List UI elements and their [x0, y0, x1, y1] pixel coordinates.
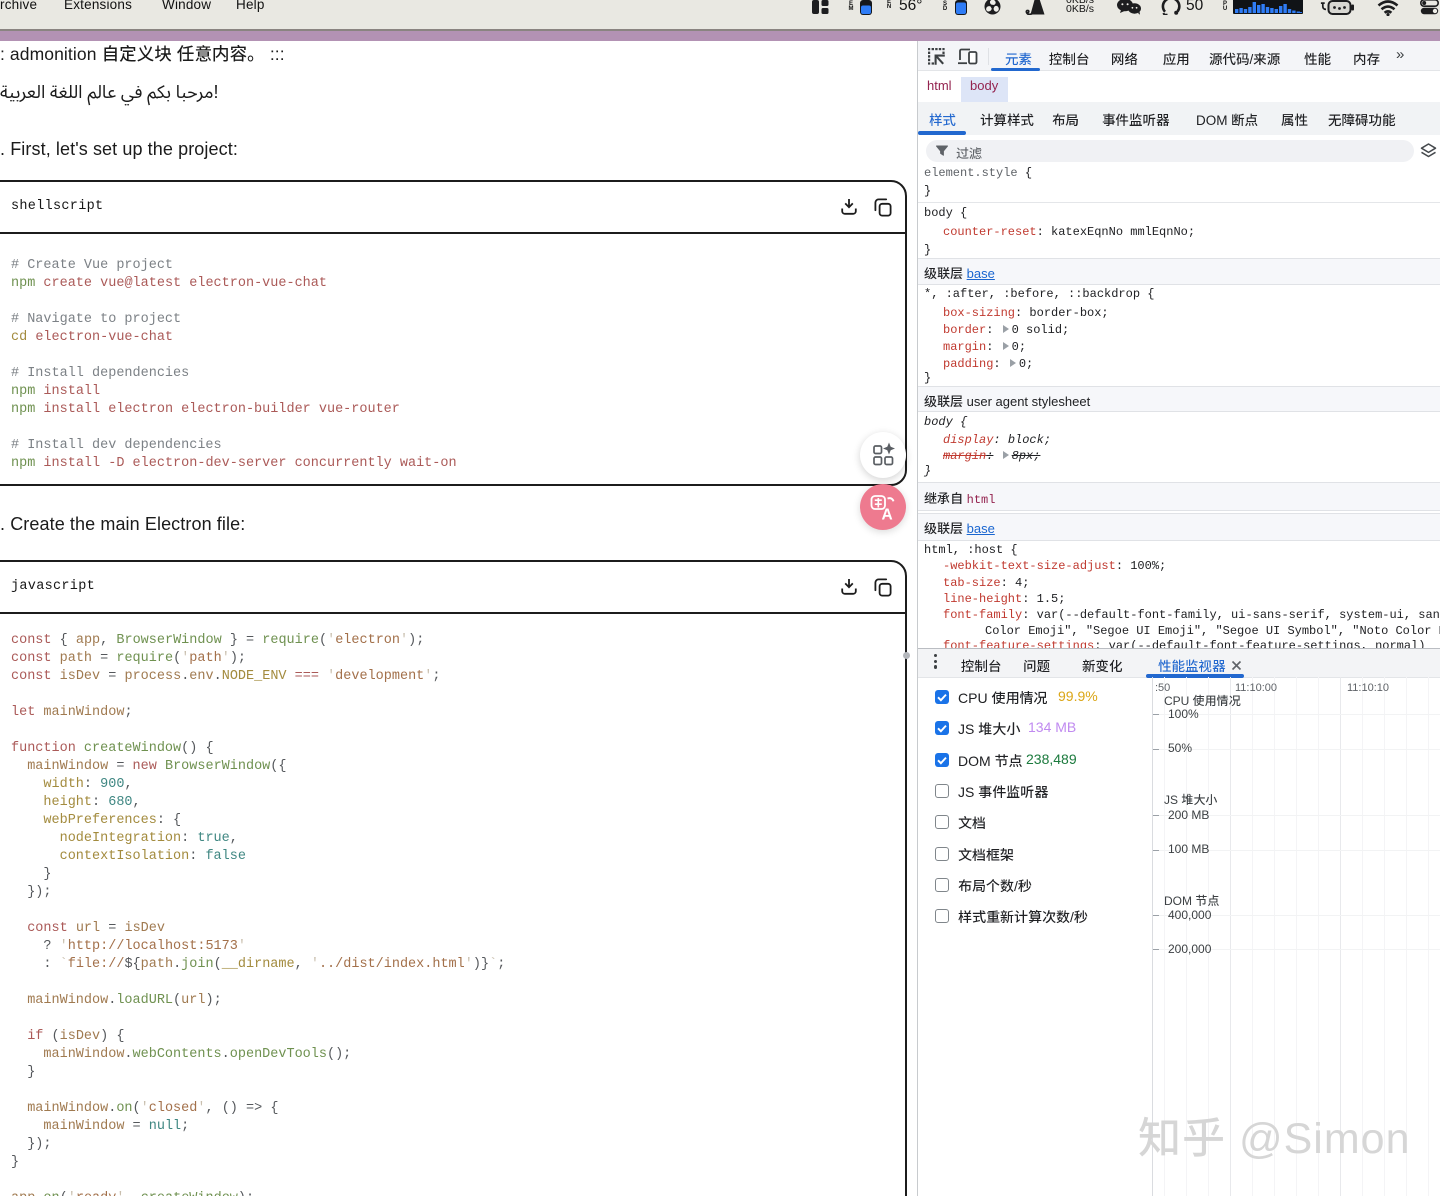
svg-text:A: A — [882, 507, 893, 524]
